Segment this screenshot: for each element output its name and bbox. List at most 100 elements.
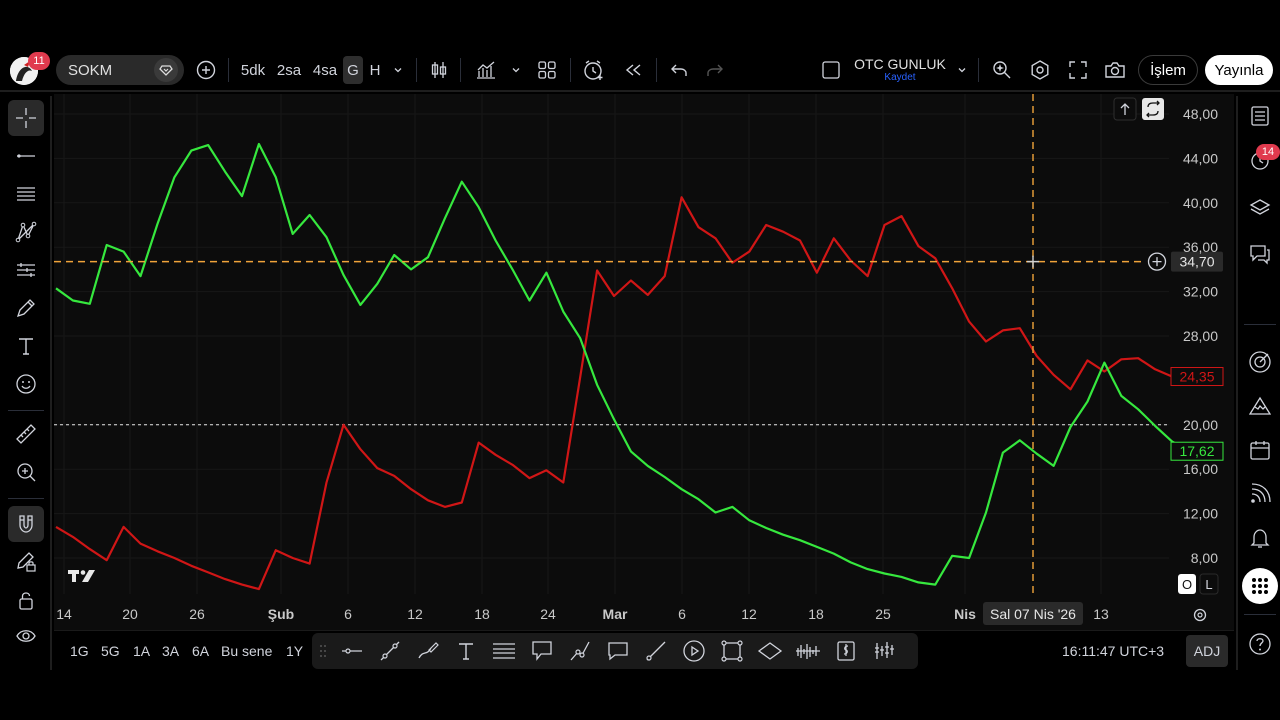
range-1a[interactable]: 1A — [133, 639, 150, 663]
add-alert-plus-icon[interactable] — [1147, 252, 1167, 271]
y-tick-label: 16,00 — [1183, 461, 1218, 477]
camera-icon[interactable] — [1102, 48, 1128, 92]
apps-grid-icon[interactable] — [1242, 568, 1278, 604]
x-tick-label: Mar — [603, 606, 628, 622]
price-range-icon[interactable] — [832, 637, 860, 665]
x-tick-label: 18 — [474, 606, 490, 622]
broadcast-icon[interactable] — [1242, 476, 1278, 512]
red-last-value-label: 24,35 — [1170, 367, 1224, 387]
forecast-icon[interactable] — [8, 252, 44, 288]
quick-search-icon[interactable] — [990, 48, 1014, 92]
trend-line-icon[interactable] — [376, 637, 404, 665]
y-tick-label: 20,00 — [1183, 417, 1218, 433]
indicators-icon[interactable] — [474, 48, 498, 92]
range-3a[interactable]: 3A — [162, 639, 179, 663]
symbol-label: SOKM — [68, 61, 113, 79]
lock-pencil-icon[interactable] — [8, 544, 44, 580]
emoji-icon[interactable] — [8, 366, 44, 402]
ruler-icon[interactable] — [8, 416, 44, 452]
trend-line-icon[interactable] — [8, 138, 44, 174]
chevron-down-icon[interactable] — [508, 48, 524, 92]
timeframe-5dk[interactable]: 5dk — [238, 56, 268, 84]
crosshair-icon[interactable] — [8, 100, 44, 136]
x-tick-label: 26 — [189, 606, 205, 622]
help-icon[interactable] — [1242, 626, 1278, 662]
play-circle-icon[interactable] — [680, 637, 708, 665]
drag-handle-icon[interactable] — [316, 637, 330, 665]
log-scale-toggle[interactable]: O — [1178, 574, 1196, 594]
y-tick-label: 48,00 — [1183, 106, 1218, 122]
timeframe-g[interactable]: G — [343, 56, 363, 84]
mountain-icon[interactable] — [1242, 388, 1278, 424]
comment-icon[interactable] — [604, 637, 632, 665]
scroll-up-button[interactable] — [1113, 97, 1137, 121]
x-tick-label: Şub — [268, 606, 294, 622]
volume-profile-icon[interactable] — [794, 637, 822, 665]
alerts-badge: 14 — [1256, 144, 1280, 160]
calendar-icon[interactable] — [1242, 432, 1278, 468]
horizontal-ray-icon[interactable] — [338, 637, 366, 665]
bell-icon[interactable] — [1242, 520, 1278, 556]
replay-icon[interactable] — [622, 48, 644, 92]
candle-type-icon[interactable] — [428, 48, 450, 92]
symbol-search[interactable]: SOKM — [56, 55, 184, 85]
undo-icon[interactable] — [668, 48, 690, 92]
timeframe-2sa[interactable]: 2sa — [274, 56, 304, 84]
exchange-clock[interactable]: 16:11:47 UTC+3 — [1062, 639, 1164, 663]
left-drawing-toolbar — [0, 96, 52, 670]
notification-badge: 11 — [28, 52, 50, 70]
fib-lines-icon[interactable] — [8, 176, 44, 212]
diamond-icon[interactable] — [154, 58, 178, 82]
timeframe-4sa[interactable]: 4sa — [310, 56, 340, 84]
range-1y[interactable]: 1Y — [286, 639, 303, 663]
zoom-in-icon[interactable] — [8, 454, 44, 490]
alert-clock-icon[interactable] — [582, 48, 606, 92]
y-tick-label: 8,00 — [1191, 550, 1218, 566]
target-icon[interactable] — [1242, 344, 1278, 380]
layers-icon[interactable] — [1242, 190, 1278, 226]
pattern-icon[interactable] — [8, 214, 44, 250]
callout-icon[interactable] — [528, 637, 556, 665]
chat-icon[interactable] — [1242, 236, 1278, 272]
watchlist-icon[interactable] — [1242, 98, 1278, 134]
rectangle-icon[interactable] — [718, 637, 746, 665]
text-icon[interactable] — [452, 637, 480, 665]
auto-scale-button[interactable] — [1142, 98, 1164, 120]
parallel-channel-icon[interactable] — [490, 637, 518, 665]
adj-toggle[interactable]: ADJ — [1186, 635, 1228, 667]
pen-icon[interactable] — [414, 637, 442, 665]
redo-icon[interactable] — [704, 48, 726, 92]
text-tool-icon[interactable] — [8, 328, 44, 364]
timeframe-h[interactable]: H — [366, 56, 384, 84]
x-tick-label: Nis — [954, 606, 976, 622]
templates-grid-icon[interactable] — [536, 48, 558, 92]
settings-gear-icon[interactable] — [1028, 48, 1052, 92]
chevron-down-icon[interactable] — [954, 48, 970, 92]
ellipse-icon[interactable] — [756, 637, 784, 665]
y-tick-label: 28,00 — [1183, 328, 1218, 344]
trade-button[interactable]: İşlem — [1138, 55, 1198, 85]
path-icon[interactable] — [566, 637, 594, 665]
lock-icon[interactable] — [8, 582, 44, 618]
range-6a[interactable]: 6A — [192, 639, 209, 663]
range-1g[interactable]: 1G — [70, 639, 89, 663]
range-5g[interactable]: 5G — [101, 639, 120, 663]
add-symbol-icon[interactable] — [194, 48, 218, 92]
layout-save-label[interactable]: Kaydet — [850, 72, 950, 83]
magnet-icon[interactable] — [8, 506, 44, 542]
range-bu-sene[interactable]: Bu sene — [221, 639, 272, 663]
chevron-down-icon[interactable] — [390, 48, 406, 92]
eye-icon[interactable] — [8, 618, 44, 654]
percent-scale-toggle[interactable]: L — [1199, 573, 1219, 595]
layout-square-icon[interactable] — [820, 48, 842, 92]
bars-pattern-icon[interactable] — [870, 637, 898, 665]
y-tick-label: 32,00 — [1183, 284, 1218, 300]
brush-icon[interactable] — [8, 290, 44, 326]
publish-button[interactable]: Yayınla — [1205, 55, 1273, 85]
layout-name[interactable]: OTC GUNLUK Kaydet — [850, 56, 950, 86]
fullscreen-icon[interactable] — [1066, 48, 1090, 92]
ray-icon[interactable] — [642, 637, 670, 665]
x-tick-label: 20 — [122, 606, 138, 622]
price-chart[interactable]: 34,70 Sal 07 Nis '26 48,00 44,00 40,00 36,00… — [54, 94, 1234, 630]
chart-canvas[interactable]: 34,70 Sal 07 Nis '26 48,00 44,00 40,00 36,00… — [54, 94, 1234, 630]
